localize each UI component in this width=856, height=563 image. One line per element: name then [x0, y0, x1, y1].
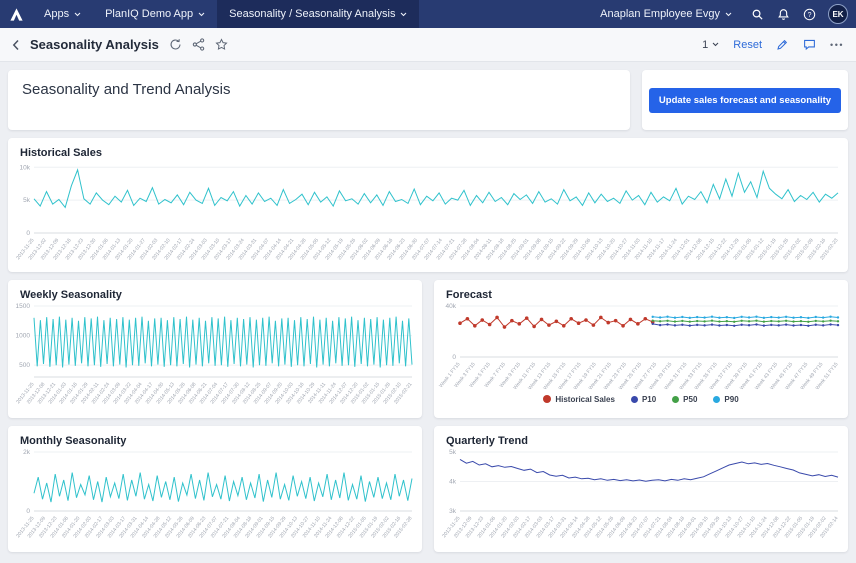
bottom-row: Monthly Seasonality 02k2013-11-252013-12… [8, 426, 848, 552]
comments-button[interactable] [803, 38, 816, 51]
monthly-seasonality-title: Monthly Seasonality [20, 435, 410, 447]
share-icon [192, 38, 205, 51]
star-icon [215, 38, 228, 51]
action-card: Update sales forecast and seasonality [642, 70, 848, 130]
middle-row: Weekly Seasonality 500100015002013-11-25… [8, 280, 848, 418]
page-path-menu[interactable]: Seasonality / Seasonality Analysis [217, 0, 419, 28]
user-menu-label: Anaplan Employee Evgy [600, 8, 720, 20]
pencil-icon [776, 38, 789, 51]
svg-text:40k: 40k [446, 303, 457, 310]
page-path-label: Seasonality / Seasonality Analysis [229, 8, 395, 20]
search-icon [751, 8, 764, 21]
legend-dot-p10 [631, 396, 638, 403]
legend-item-historical-sales[interactable]: Historical Sales [543, 395, 615, 404]
legend-dot-p90 [713, 396, 720, 403]
svg-text:5k: 5k [23, 197, 31, 204]
refresh-button[interactable] [169, 38, 182, 51]
legend-label-historical: Historical Sales [555, 395, 615, 404]
help-button[interactable]: ? [796, 0, 822, 28]
monthly-seasonality-chart[interactable]: 02k2013-11-252013-12-092013-12-232014-01… [8, 447, 422, 547]
svg-text:1000: 1000 [16, 333, 31, 340]
monthly-seasonality-card: Monthly Seasonality 02k2013-11-252013-12… [8, 426, 422, 552]
app-name-label: PlanIQ Demo App [105, 8, 193, 20]
legend-item-p90[interactable]: P90 [713, 395, 738, 404]
dashboard-title: Seasonality and Trend Analysis [22, 81, 616, 98]
forecast-chart[interactable]: 040kWeek 1 FY15Week 3 FY15Week 5 FY15Wee… [434, 301, 848, 391]
weekly-seasonality-chart[interactable]: 500100015002013-11-252013-12-082013-12-2… [8, 301, 422, 413]
notifications-button[interactable] [770, 0, 796, 28]
svg-text:0: 0 [26, 508, 30, 515]
user-avatar[interactable]: EK [828, 4, 848, 24]
weekly-seasonality-title: Weekly Seasonality [20, 289, 410, 301]
app-name-menu[interactable]: PlanIQ Demo App [93, 0, 217, 28]
svg-text:10k: 10k [20, 164, 31, 171]
back-button[interactable] [12, 39, 20, 51]
favorite-button[interactable] [215, 38, 228, 51]
chevron-left-icon [12, 39, 20, 51]
toolbar-right: 1 Reset ••• [702, 38, 844, 51]
legend-label-p10: P10 [642, 395, 656, 404]
dashboard-content: Seasonality and Trend Analysis Update sa… [0, 62, 856, 560]
legend-item-p50[interactable]: P50 [672, 395, 697, 404]
apps-menu-label: Apps [44, 8, 69, 20]
page-selector-dropdown[interactable]: 1 [702, 39, 719, 51]
legend-dot-historical [543, 395, 551, 403]
more-options-button[interactable]: ••• [830, 40, 844, 50]
anaplan-logo[interactable] [0, 0, 32, 28]
chevron-down-icon [712, 42, 719, 47]
chevron-down-icon [400, 12, 407, 17]
forecast-card: Forecast 040kWeek 1 FY15Week 3 FY15Week … [434, 280, 848, 418]
svg-text:3k: 3k [449, 508, 457, 515]
legend-label-p90: P90 [724, 395, 738, 404]
svg-text:2k: 2k [23, 449, 31, 456]
page-toolbar: Seasonality Analysis 1 Reset ••• [0, 28, 856, 62]
nav-right: Anaplan Employee Evgy ? EK [588, 0, 848, 28]
bell-icon [777, 8, 790, 21]
dashboard-title-card: Seasonality and Trend Analysis [8, 70, 630, 130]
forecast-legend: Historical Sales P10 P50 P90 [434, 391, 848, 407]
legend-label-p50: P50 [683, 395, 697, 404]
svg-text:4k: 4k [449, 479, 457, 486]
legend-item-p10[interactable]: P10 [631, 395, 656, 404]
svg-text:5k: 5k [449, 449, 457, 456]
legend-dot-p50 [672, 396, 679, 403]
top-nav: Apps PlanIQ Demo App Seasonality / Seaso… [0, 0, 856, 28]
quarterly-trend-title: Quarterly Trend [446, 435, 836, 447]
chevron-down-icon [725, 12, 732, 17]
page-title: Seasonality Analysis [30, 37, 159, 52]
historical-sales-chart[interactable]: 05k10k2013-11-252013-12-022013-12-092013… [8, 159, 848, 267]
historical-sales-title: Historical Sales [20, 147, 836, 159]
quarterly-trend-card: Quarterly Trend 3k4k5k2013-11-252013-12-… [434, 426, 848, 552]
nav-left: Apps PlanIQ Demo App Seasonality / Seaso… [0, 0, 419, 28]
share-button[interactable] [192, 38, 205, 51]
svg-text:0: 0 [452, 354, 456, 361]
historical-sales-card: Historical Sales 05k10k2013-11-252013-12… [8, 138, 848, 272]
forecast-title: Forecast [446, 289, 836, 301]
weekly-seasonality-card: Weekly Seasonality 500100015002013-11-25… [8, 280, 422, 418]
user-menu[interactable]: Anaplan Employee Evgy [588, 0, 744, 28]
refresh-icon [169, 38, 182, 51]
search-button[interactable] [744, 0, 770, 28]
help-icon: ? [803, 8, 816, 21]
edit-button[interactable] [776, 38, 789, 51]
svg-text:1500: 1500 [16, 303, 31, 310]
apps-menu[interactable]: Apps [32, 0, 93, 28]
page-selector-value: 1 [702, 39, 708, 51]
svg-text:0: 0 [26, 230, 30, 237]
reset-button[interactable]: Reset [733, 39, 762, 51]
toolbar-left: Seasonality Analysis [12, 37, 228, 52]
comment-icon [803, 38, 816, 51]
update-forecast-button[interactable]: Update sales forecast and seasonality [649, 88, 841, 113]
chevron-down-icon [198, 12, 205, 17]
svg-text:500: 500 [19, 362, 30, 369]
header-row: Seasonality and Trend Analysis Update sa… [8, 70, 848, 130]
quarterly-trend-chart[interactable]: 3k4k5k2013-11-252013-12-092013-12-232014… [434, 447, 848, 547]
chevron-down-icon [74, 12, 81, 17]
anaplan-logo-icon [9, 7, 24, 22]
svg-text:?: ? [807, 11, 811, 18]
